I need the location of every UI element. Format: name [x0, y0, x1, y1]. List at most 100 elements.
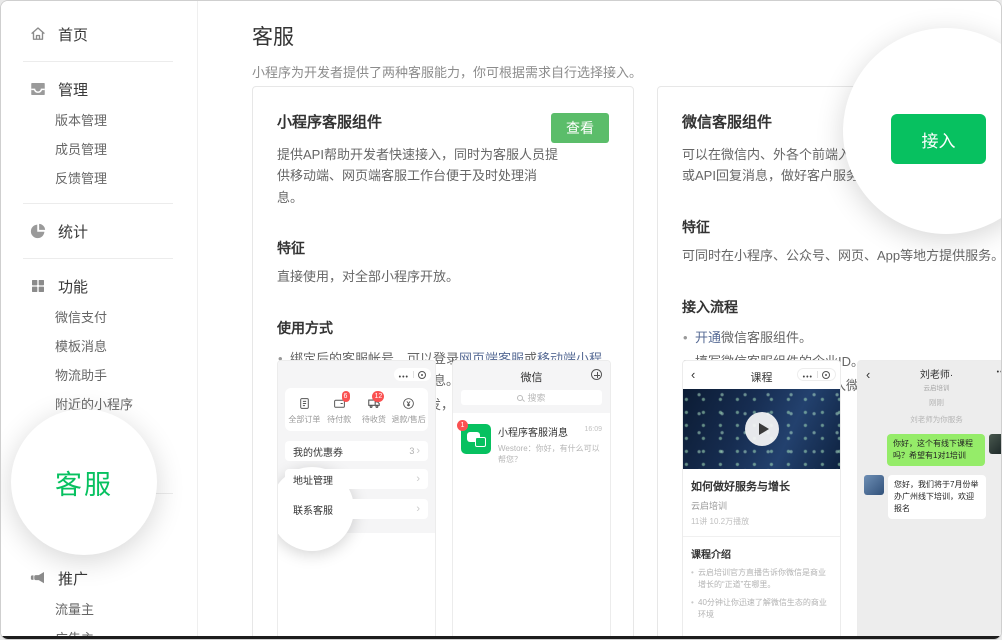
- wechat-nav-title: 微信: [453, 369, 610, 385]
- usage-heading: 使用方式: [277, 318, 609, 338]
- wallet-icon: [322, 395, 357, 411]
- view-button[interactable]: 查看: [551, 113, 609, 143]
- list-item-label: 我的优惠券: [293, 444, 343, 459]
- card-miniprogram-cs: 小程序客服组件 查看 提供API帮助开发者快速接入，同时为客服人员提供移动端、网…: [252, 86, 634, 640]
- sidebar-item-label: 管理: [58, 79, 88, 100]
- chat-list-item: 1 小程序客服消息 Westore：你好，有什么可以帮您？ 16:09: [453, 417, 610, 472]
- chat-contact-name: 刘老师·: [858, 361, 1002, 381]
- video-thumbnail: [683, 389, 840, 469]
- more-dots-icon: [399, 366, 409, 384]
- megaphone-icon: [29, 569, 47, 587]
- message-bubble: 您好，我们将于7月份举办广州线下培训，欢迎报名: [888, 475, 986, 519]
- chat-timestamp: 刚刚: [858, 397, 1002, 408]
- pie-chart-icon: [29, 222, 47, 240]
- chat-preview: Westore：你好，有什么可以帮您？: [498, 443, 602, 465]
- sidebar-item-home[interactable]: 首页: [1, 17, 197, 51]
- search-icon: [517, 395, 523, 401]
- sidebar-item-features[interactable]: 功能: [1, 269, 197, 303]
- inbox-icon: [29, 80, 47, 98]
- quick-action-label: 全部订单: [287, 414, 322, 425]
- feature-heading: 特征: [277, 238, 609, 258]
- sidebar-subitem-template-message[interactable]: 模板消息: [1, 332, 197, 361]
- quick-action-orders: 全部订单: [287, 395, 322, 425]
- list-item-coupons: 我的优惠券 3: [285, 441, 428, 461]
- sidebar-item-manage[interactable]: 管理: [1, 72, 197, 106]
- more-dots-icon: [803, 366, 813, 384]
- divider: [683, 536, 840, 537]
- sidebar-item-promotion[interactable]: 推广: [1, 561, 197, 595]
- connect-button[interactable]: 接入: [891, 114, 986, 164]
- video-title: 如何做好服务与增长: [691, 478, 832, 494]
- message-incoming: 您好，我们将于7月份举办广州线下培训，欢迎报名: [858, 475, 1002, 519]
- sidebar-subitem-traffic[interactable]: 流量主: [1, 595, 197, 624]
- list-item-contact-cs: 联系客服: [285, 499, 428, 519]
- list-item-label: 地址管理: [293, 472, 333, 487]
- flow-bullet: 开通微信客服组件。: [682, 327, 1002, 349]
- bullet-text: 微信客服组件。: [721, 330, 812, 345]
- course-nav-bar: 课程: [683, 361, 840, 389]
- sidebar-subitem-logistics[interactable]: 物流助手: [1, 361, 197, 390]
- chevron-right-icon: [416, 473, 420, 485]
- play-button-icon: [745, 412, 779, 446]
- window-bottom-edge: [1, 636, 1001, 639]
- video-meta: 11讲 10.2万播放: [691, 516, 832, 527]
- back-icon: [866, 366, 870, 384]
- chevron-right-icon: [416, 503, 420, 515]
- card-description: 提供API帮助开发者快速接入，同时为客服人员提供移动端、网页端客服工作台便于及时…: [277, 144, 560, 208]
- badge: 6: [342, 391, 350, 402]
- cs-message-avatar: 1: [461, 424, 491, 454]
- quick-action-to-receive: 待收货 12: [357, 395, 392, 425]
- home-icon: [29, 25, 47, 43]
- phone-mock-wechat-list: 微信 搜索 1 小程序客服消息 Westore：你好: [452, 360, 611, 640]
- capsule-divider: [413, 371, 414, 378]
- phone-mock-cs-chat: 刘老师· 云启培训 刚刚 刘老师为你服务 你好，这个有线下课程吗？希望有1对1培…: [857, 360, 1002, 640]
- flow-heading: 接入流程: [682, 297, 1002, 317]
- message-bubble: 你好，这个有线下课程吗？希望有1对1培训: [887, 434, 985, 466]
- feature-text: 直接使用，对全部小程序开放。: [277, 267, 609, 288]
- sidebar-subitem-members[interactable]: 成员管理: [1, 135, 197, 164]
- phone-mock-course: 课程 如何做好服务与增长 云启培训: [682, 360, 841, 640]
- list-item-address: 地址管理: [285, 469, 428, 489]
- teacher-avatar: [864, 475, 884, 495]
- sidebar-subitem-feedback[interactable]: 反馈管理: [1, 164, 197, 193]
- list-item-label: 联系客服: [293, 502, 333, 517]
- sidebar-item-stats[interactable]: 统计: [1, 214, 197, 248]
- quick-action-refund: 退款/售后: [391, 395, 426, 425]
- customer-service-nav-label: 客服: [55, 463, 113, 502]
- screenshots-row: 全部订单 待付款 6: [277, 360, 611, 640]
- divider: [23, 61, 173, 62]
- capsule-divider: [817, 371, 818, 378]
- spotlight-customer-service-nav[interactable]: 客服: [11, 409, 157, 555]
- divider: [23, 258, 173, 259]
- service-notice: 刘老师为你服务: [858, 414, 1002, 425]
- sidebar-item-label: 统计: [58, 221, 88, 242]
- video-provider: 云启培训: [691, 499, 832, 512]
- search-bar: 搜索: [461, 390, 602, 405]
- chevron-right-icon: [416, 445, 420, 457]
- sidebar-item-label: 推广: [58, 568, 88, 589]
- quick-actions-panel: 全部订单 待付款 6: [285, 388, 428, 431]
- sidebar-subitem-version[interactable]: 版本管理: [1, 106, 197, 135]
- miniprogram-capsule: [797, 368, 836, 381]
- sidebar-subitem-wechat-pay[interactable]: 微信支付: [1, 303, 197, 332]
- chat-contact-org: 云启培训: [858, 382, 1002, 392]
- plus-circle-icon: [591, 369, 602, 380]
- list-item-value: 3: [409, 446, 414, 456]
- phone-mock-profile: 全部订单 待付款 6: [277, 360, 436, 640]
- quick-action-label: 待收货: [357, 414, 392, 425]
- course-intro-bullet: 云启培训官方直播告诉你微信是商业增长的“正道”在哪里。: [691, 567, 832, 591]
- divider: [23, 203, 173, 204]
- open-wechat-cs-link[interactable]: 开通: [695, 330, 721, 345]
- grid-icon: [29, 277, 47, 295]
- user-avatar: [989, 434, 1002, 454]
- sidebar-item-label: 首页: [58, 24, 88, 45]
- exit-target-icon: [418, 371, 426, 379]
- quick-action-label: 退款/售后: [391, 414, 426, 425]
- app-window: 首页 管理 版本管理 成员管理 反馈管理 统计 功能 微信支付 模板消息: [0, 0, 1002, 640]
- exit-target-icon: [822, 371, 830, 379]
- search-placeholder: 搜索: [527, 391, 545, 404]
- order-list-icon: [287, 395, 322, 411]
- course-intro-heading: 课程介绍: [691, 546, 832, 561]
- chat-nav-bar: 刘老师· 云启培训: [858, 361, 1002, 391]
- refund-yuan-icon: [391, 395, 426, 411]
